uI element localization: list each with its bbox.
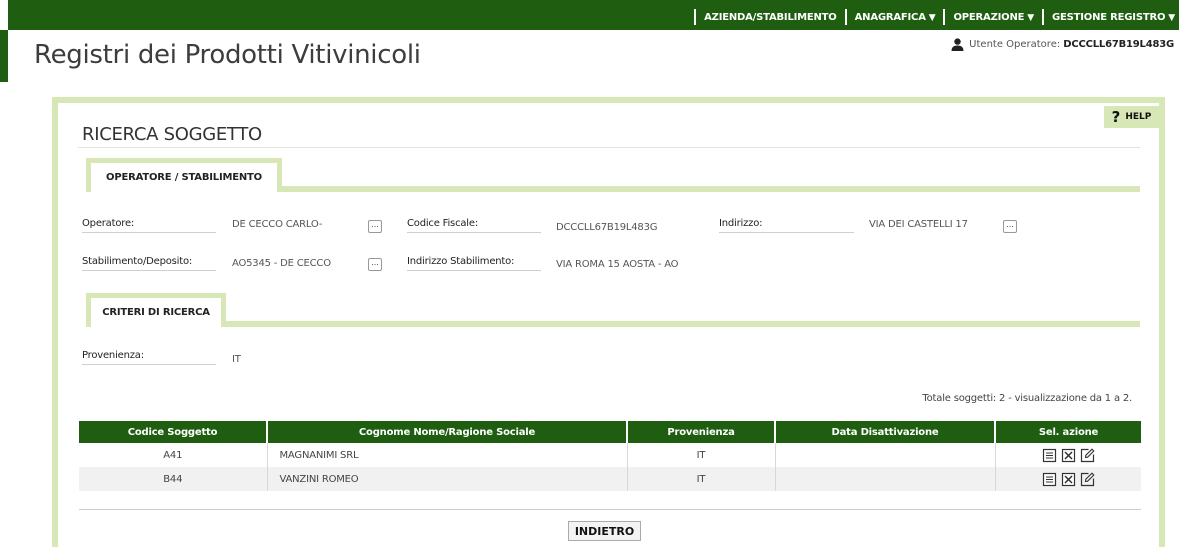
help-label: HELP <box>1125 112 1152 122</box>
tab-underline <box>226 321 1140 327</box>
label-underline <box>82 270 216 271</box>
col-nome-ragione-sociale[interactable]: Cognome Nome/Ragione Sociale <box>267 421 628 443</box>
codice-fiscale-label: Codice Fiscale: <box>407 218 478 229</box>
provenienza-label: Provenienza: <box>82 350 144 361</box>
user-icon <box>951 38 964 51</box>
indirizzo-lookup-button[interactable]: ... <box>1003 220 1017 233</box>
indirizzo-stabilimento-value: VIA ROMA 15 AOSTA - AO <box>556 259 679 270</box>
nav-azienda-stabilimento[interactable]: AZIENDA/STABILIMENTO <box>704 12 837 23</box>
cell-codice: B44 <box>79 467 268 491</box>
cell-data-disattivazione <box>775 443 996 467</box>
indirizzo-stabilimento-label: Indirizzo Stabilimento: <box>407 256 515 267</box>
stabilimento-label: Stabilimento/Deposito: <box>82 256 193 267</box>
provenienza-value: IT <box>232 354 241 365</box>
operatore-label: Operatore: <box>82 218 135 229</box>
label-underline <box>82 232 216 233</box>
nav-separator <box>694 9 697 25</box>
nav-operazione[interactable]: OPERAZIONE ▼ <box>953 12 1034 23</box>
delete-icon[interactable] <box>1061 472 1076 487</box>
dropdown-arrow-icon: ▼ <box>1168 12 1175 23</box>
nav-gestione-registro[interactable]: GESTIONE REGISTRO ▼ <box>1052 12 1175 23</box>
cell-nome: VANZINI ROMEO <box>267 467 628 491</box>
left-accent-bar <box>0 30 8 82</box>
indirizzo-label: Indirizzo: <box>719 218 763 229</box>
codice-fiscale-value: DCCCLL67B19L483G <box>556 222 658 233</box>
stabilimento-value: AO5345 - DE CECCO <box>232 258 331 269</box>
table-header-row: Codice Soggetto Cognome Nome/Ragione Soc… <box>79 421 1141 443</box>
cell-codice: A41 <box>79 443 268 467</box>
nav-anagrafica[interactable]: ANAGRAFICA ▼ <box>855 12 936 23</box>
edit-icon[interactable] <box>1080 471 1095 487</box>
delete-icon[interactable] <box>1061 448 1076 463</box>
tab-operatore-stabilimento: OPERATORE / STABILIMENTO <box>86 158 282 192</box>
user-label: Utente Operatore: <box>969 39 1061 50</box>
cell-actions <box>995 467 1141 491</box>
edit-icon[interactable] <box>1080 447 1095 463</box>
detail-icon[interactable] <box>1042 448 1057 463</box>
results-total: Totale soggetti: 2 - visualizzazione da … <box>922 393 1132 404</box>
detail-icon[interactable] <box>1042 472 1057 487</box>
tab-criteri-ricerca: CRITERI DI RICERCA <box>86 293 226 327</box>
indirizzo-value: VIA DEI CASTELLI 17 <box>869 219 968 230</box>
user-code: DCCCLL67B19L483G <box>1063 39 1174 50</box>
label-underline <box>719 232 854 233</box>
cell-data-disattivazione <box>775 467 996 491</box>
dropdown-arrow-icon: ▼ <box>1027 12 1034 23</box>
col-codice-soggetto[interactable]: Codice Soggetto <box>79 421 268 443</box>
stabilimento-lookup-button[interactable]: ... <box>368 258 382 271</box>
col-data-disattivazione[interactable]: Data Disattivazione <box>775 421 996 443</box>
nav-separator <box>1042 9 1044 25</box>
results-table: Codice Soggetto Cognome Nome/Ragione Soc… <box>79 421 1141 491</box>
label-underline <box>407 270 541 271</box>
cell-provenienza: IT <box>627 443 776 467</box>
col-sel-azione: Sel. azione <box>995 421 1141 443</box>
top-nav-bar: AZIENDA/STABILIMENTO ANAGRAFICA ▼ OPERAZI… <box>8 0 1179 30</box>
cell-nome: MAGNANIMI SRL <box>267 443 628 467</box>
table-row: A41 MAGNANIMI SRL IT <box>79 443 1141 467</box>
help-button[interactable]: ? HELP <box>1104 106 1159 128</box>
indietro-button[interactable]: INDIETRO <box>568 521 641 541</box>
operatore-lookup-button[interactable]: ... <box>368 220 382 233</box>
label-underline <box>82 364 216 365</box>
main-menu: AZIENDA/STABILIMENTO ANAGRAFICA ▼ OPERAZI… <box>686 9 1175 25</box>
label-underline <box>407 232 541 233</box>
title-divider <box>78 147 1140 148</box>
user-info: Utente Operatore: DCCCLL67B19L483G <box>951 38 1174 51</box>
app-title: Registri dei Prodotti Vitivinicoli <box>34 40 421 70</box>
operatore-value: DE CECCO CARLO- <box>232 219 323 230</box>
dropdown-arrow-icon: ▼ <box>928 12 936 23</box>
nav-separator <box>844 9 847 25</box>
cell-provenienza: IT <box>627 467 776 491</box>
page-title: RICERCA SOGGETTO <box>82 124 262 145</box>
nav-separator <box>943 9 946 25</box>
table-row: B44 VANZINI ROMEO IT <box>79 467 1141 491</box>
footer-divider <box>79 509 1141 510</box>
cell-actions <box>995 443 1141 467</box>
help-icon: ? <box>1111 108 1121 126</box>
col-provenienza[interactable]: Provenienza <box>627 421 776 443</box>
tab-underline <box>282 186 1140 192</box>
